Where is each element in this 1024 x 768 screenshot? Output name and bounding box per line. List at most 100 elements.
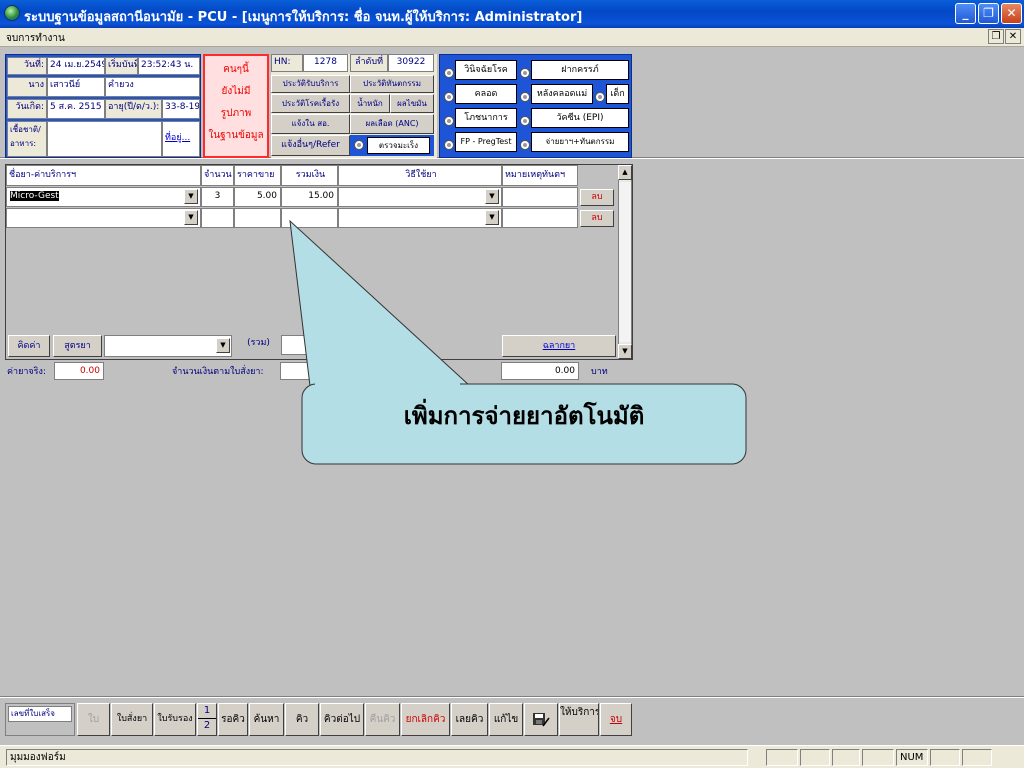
return-queue-button[interactable]: คืนคิว xyxy=(365,703,400,736)
skip-queue-button[interactable]: เลยคิว xyxy=(451,703,488,736)
status-pane xyxy=(832,749,860,766)
status-text: มุมมองฟอร์ม xyxy=(6,749,748,766)
nutrition-button[interactable]: โภชนาการ xyxy=(455,108,517,128)
chronic-history-button[interactable]: ประวัติโรคเรื้อรัง xyxy=(271,94,350,113)
lipid-button[interactable]: ผลไขมัน xyxy=(390,94,434,113)
total-field xyxy=(281,208,338,228)
fraction-bottom: 2 xyxy=(203,720,211,731)
search-button[interactable]: ค้นหา xyxy=(249,703,284,736)
photo-line2: ยังไม่มี xyxy=(221,86,251,97)
nutrition-radio[interactable] xyxy=(444,116,454,126)
drug-name-value: Micro-Gest xyxy=(10,191,59,201)
cancer-screen-group: ตรวจมะเร็ง xyxy=(350,135,434,156)
finish-button[interactable]: จบ xyxy=(600,703,632,736)
formula-button[interactable]: สูตรยา xyxy=(53,335,102,357)
wait-queue-button[interactable]: รอคิว xyxy=(218,703,248,736)
diagnosis-radio[interactable] xyxy=(444,68,454,78)
mdi-close-button[interactable]: ✕ xyxy=(1005,29,1021,44)
col-total: รวมเงิน xyxy=(281,165,338,186)
usage-field[interactable] xyxy=(338,187,502,207)
delete-row-button[interactable]: ลบ xyxy=(580,210,614,227)
address-link[interactable]: ที่อยู่... xyxy=(162,121,200,157)
formula-dropdown-arrow-icon[interactable]: ▼ xyxy=(216,338,230,353)
qty-field[interactable] xyxy=(201,208,234,228)
usage-dropdown-arrow-icon[interactable]: ▼ xyxy=(485,210,499,225)
drug-name-field[interactable] xyxy=(6,208,201,228)
restore-button[interactable]: ❐ xyxy=(978,3,999,24)
page-fraction[interactable]: 1 2 xyxy=(197,703,217,736)
last-name-field[interactable]: คำยวง xyxy=(105,77,200,97)
minimize-button[interactable]: _ xyxy=(955,3,976,24)
cancel-queue-button[interactable]: ยกเลิกคิว xyxy=(401,703,450,736)
birth-value: 5 ส.ค. 2515 xyxy=(47,99,105,119)
usage-field[interactable] xyxy=(338,208,502,228)
total-field: 15.00 xyxy=(281,187,338,207)
edit-button[interactable]: แก้ไข xyxy=(489,703,523,736)
certificate-button[interactable]: ใบรับรอง xyxy=(154,703,196,736)
vaccine-button[interactable]: วัคซีน (EPI) xyxy=(531,108,629,128)
postpartum-button[interactable]: หลังคลอดแม่ xyxy=(531,84,593,104)
menu-bar: จบการทำงาน ❐ ✕ xyxy=(0,28,1024,47)
cancer-screen-button[interactable]: ตรวจมะเร็ง xyxy=(367,137,430,154)
queue-button[interactable]: คิว xyxy=(285,703,319,736)
child-button[interactable]: เด็ก xyxy=(606,84,629,104)
save-disk-icon[interactable] xyxy=(524,703,558,736)
scroll-down-arrow-icon[interactable]: ▼ xyxy=(618,344,632,359)
start-value: 23:52:43 น. xyxy=(138,57,200,75)
delivery-radio[interactable] xyxy=(444,92,454,102)
menu-exit[interactable]: จบการทำงาน xyxy=(6,31,65,46)
scroll-up-arrow-icon[interactable]: ▲ xyxy=(618,165,632,180)
drug-dropdown-arrow-icon[interactable]: ▼ xyxy=(184,189,198,204)
formula-select[interactable] xyxy=(104,335,232,357)
price-field[interactable]: 5.00 xyxy=(234,187,281,207)
give-service-button[interactable]: ให้บริการ xyxy=(559,703,599,736)
delivery-button[interactable]: คลอด xyxy=(455,84,517,104)
qty-field[interactable]: 3 xyxy=(201,187,234,207)
anc-blood-button[interactable]: ผลเลือด (ANC) xyxy=(350,114,434,134)
refer-out-button[interactable]: แจ้งอื่นๆ/Refer xyxy=(271,135,350,156)
scroll-track[interactable] xyxy=(619,182,631,342)
prescription-button[interactable]: ใบสั่งยา xyxy=(111,703,153,736)
note-field[interactable] xyxy=(502,187,578,207)
diagnosis-button[interactable]: วินิจฉัยโรค xyxy=(455,60,517,80)
close-button[interactable]: ✕ xyxy=(1001,3,1022,24)
drug-label-link[interactable]: ฉลากยา xyxy=(502,335,616,357)
table-row: Micro-Gest ▼ 3 5.00 15.00 ▼ ลบ xyxy=(6,187,618,207)
note-field[interactable] xyxy=(502,208,578,228)
weight-button[interactable]: น้ำหนัก xyxy=(350,94,390,113)
price-field[interactable] xyxy=(234,208,281,228)
anc-radio[interactable] xyxy=(520,68,530,78)
dispense-dental-button[interactable]: จ่ายยาฯ+ทันตกรรม xyxy=(531,132,629,152)
patient-photo-placeholder: คนๆนี้ ยังไม่มี รูปภาพ ในฐานข้อมูล xyxy=(203,54,269,158)
window-titlebar[interactable]: ระบบฐานข้อมูลสถานีอนามัย - PCU - [เมนูกา… xyxy=(0,0,1024,28)
grid-scrollbar[interactable]: ▲ ▼ xyxy=(618,165,632,359)
mdi-restore-button[interactable]: ❐ xyxy=(988,29,1004,44)
refer-in-button[interactable]: แจ้งใน สอ. xyxy=(271,114,350,134)
anc-button[interactable]: ฝากครรภ์ xyxy=(531,60,629,80)
delete-row-button[interactable]: ลบ xyxy=(580,189,614,206)
service-history-button[interactable]: ประวัติรับบริการ xyxy=(271,75,350,93)
order-total-label: จำนวนเงินตามใบสั่งยา: xyxy=(172,367,264,377)
birth-label: วันเกิด: xyxy=(7,99,47,119)
vaccine-radio[interactable] xyxy=(520,116,530,126)
drug-dropdown-arrow-icon[interactable]: ▼ xyxy=(184,210,198,225)
religion-field[interactable] xyxy=(47,121,162,157)
receipt-button[interactable]: ใบ xyxy=(77,703,110,736)
fp-pregtest-button[interactable]: FP - PregTest xyxy=(455,132,517,152)
drug-name-field[interactable]: Micro-Gest xyxy=(6,187,201,207)
calc-button[interactable]: คิดค่า xyxy=(8,335,50,357)
usage-dropdown-arrow-icon[interactable]: ▼ xyxy=(485,189,499,204)
child-radio[interactable] xyxy=(595,92,605,102)
cancer-screen-radio[interactable] xyxy=(354,140,364,150)
toolbar-separator xyxy=(0,696,1024,698)
first-name-field[interactable]: เสาวนีย์ xyxy=(47,77,105,97)
next-queue-button[interactable]: คิวต่อไป xyxy=(320,703,364,736)
sum-value: 15.00 xyxy=(281,335,338,355)
postpartum-radio[interactable] xyxy=(520,92,530,102)
fp-radio[interactable] xyxy=(444,140,454,150)
order-total-unit: บาท xyxy=(341,367,358,377)
status-pane xyxy=(962,749,992,766)
dispense-radio[interactable] xyxy=(520,140,530,150)
actual-cost-value: 0.00 xyxy=(54,362,104,380)
dental-history-button[interactable]: ประวัติทันตกรรม xyxy=(350,75,434,93)
